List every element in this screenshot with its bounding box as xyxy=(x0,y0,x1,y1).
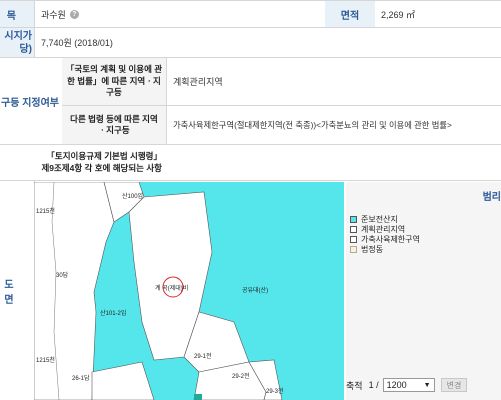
area-value: 2,269 ㎡ xyxy=(381,9,416,20)
area-label: 면적 xyxy=(325,1,375,27)
parcel-label: 29-2전 xyxy=(232,372,250,380)
parcel-label: 산101-2임 xyxy=(100,309,126,317)
land-price-label-line2: 당) xyxy=(19,43,32,55)
land-price-value: 7,740원 (2018/01) xyxy=(41,38,113,48)
legend-item: 법정동 xyxy=(350,244,383,255)
scale-value: 1200 xyxy=(386,380,407,390)
land-category-label: 목 xyxy=(0,1,34,27)
chevron-down-icon: ▼ xyxy=(423,381,431,389)
parcel-label: 1215천 xyxy=(36,207,55,215)
row-divider xyxy=(0,180,501,181)
land-price-label-line1: 시지가 xyxy=(4,30,32,42)
scale-prefix: 1 / xyxy=(368,380,379,390)
map-label: 도면 xyxy=(0,181,34,400)
parcel-label: 1215천 xyxy=(36,356,55,364)
map-feature xyxy=(194,394,202,400)
parcel-label: 산100임 xyxy=(122,192,143,200)
east-area-label: 공유대(산) xyxy=(242,286,268,294)
swatch-livestock-restriction xyxy=(350,236,357,243)
parcel-label: 29-3전 xyxy=(266,387,284,395)
legend-title: 범리 xyxy=(482,192,501,203)
other-law-header: 다른 법령 등에 따른 지역ㆍ지구등 xyxy=(62,106,166,144)
change-scale-button[interactable]: 변경 xyxy=(440,378,468,392)
parcel-label: 30답 xyxy=(56,272,69,279)
land-category-cell: 과수원 ? xyxy=(35,1,325,27)
map-legend: 범리 준보전산지 계획관리지역 가축사육제한구역 법정동 xyxy=(346,182,501,400)
national-law-header: 「국토의 계획 및 이용에 관한 법률」에 따른 지역ㆍ지구등 xyxy=(62,58,166,105)
enforcement-line2: 제9조제4항 각 호에 해당되는 사항 xyxy=(41,162,162,173)
scale-label: 축적 xyxy=(346,380,363,391)
swatch-conservation-forest xyxy=(350,216,357,223)
land-use-map[interactable]: 산100임 1215천 30답 산101-2임 1215천 26-1답 29-1… xyxy=(34,182,344,400)
scale-control: 축적 1 / 1200 ▼ 변경 xyxy=(346,378,468,392)
map-canvas: 산100임 1215천 30답 산101-2임 1215천 26-1답 29-1… xyxy=(34,182,284,400)
parcel-26-1 xyxy=(91,361,155,400)
parcel-label: 29-1전 xyxy=(194,352,212,360)
parcel-label: 26-1답 xyxy=(72,375,90,382)
main-parcel-label: 계 곡(제대)비 xyxy=(155,284,188,292)
enforcement-label: 「토지이용규제 기본법 시행령」 제9조제4항 각 호에 해당되는 사항 xyxy=(0,145,166,180)
zone-label: 구등 지정여부 xyxy=(0,58,62,144)
scale-select[interactable]: 1200 ▼ xyxy=(382,378,435,392)
enforcement-value xyxy=(167,145,501,180)
swatch-legal-dong xyxy=(350,246,357,253)
other-law-value: 가축사육제한구역(절대제한지역(전 축종))<가축분뇨의 관리 및 이용에 관한… xyxy=(173,120,452,130)
help-icon[interactable]: ? xyxy=(69,9,79,19)
national-law-value: 계획관리지역 xyxy=(173,77,223,87)
swatch-planned-management xyxy=(350,226,357,233)
land-category-value: 과수원 xyxy=(41,9,66,20)
enforcement-line1: 「토지이용규제 기본법 시행령」 xyxy=(46,151,162,162)
land-price-label: 시지가 당) xyxy=(0,28,34,57)
legend-label: 법정동 xyxy=(361,245,384,254)
